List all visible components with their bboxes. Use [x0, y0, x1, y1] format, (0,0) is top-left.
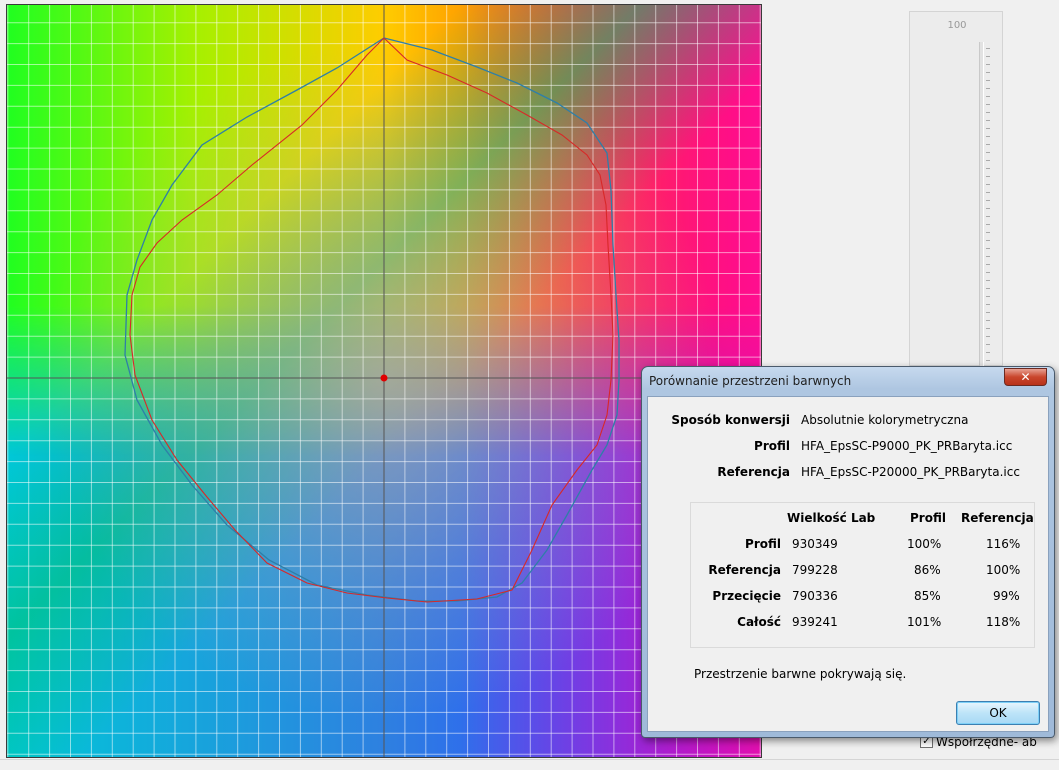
slider-tick	[986, 160, 990, 161]
table-cell-profile: 86%	[914, 563, 941, 577]
slider-tick	[986, 184, 990, 185]
table-row-label: Przecięcie	[712, 589, 781, 603]
table-cell-profile: 100%	[907, 537, 942, 551]
slider-tick	[986, 208, 990, 209]
center-marker	[380, 374, 388, 382]
slider-tick	[986, 336, 990, 337]
gamut-compare-dialog: Porównanie przestrzeni barwnych ✕ Sposób…	[641, 366, 1055, 738]
slider-tick	[986, 200, 990, 201]
table-row-label: Referencja	[708, 563, 781, 577]
header-reference: Referencja	[961, 511, 1034, 525]
table-cell-lab: 939241	[792, 615, 838, 629]
table-cell-lab: 790336	[792, 589, 838, 603]
slider-tick	[986, 104, 990, 105]
profile-label: Profil	[754, 439, 790, 453]
ok-button[interactable]: OK	[956, 701, 1040, 725]
slider-max-label: 100	[947, 20, 967, 31]
slider-tick	[986, 192, 990, 193]
table-cell-lab: 930349	[792, 537, 838, 551]
slider-tick	[986, 264, 990, 265]
conversion-method-value: Absolutnie kolorymetryczna	[801, 413, 969, 427]
slider-tick	[986, 272, 990, 273]
slider-tick	[986, 296, 990, 297]
table-cell-profile: 101%	[907, 615, 942, 629]
slider-tick	[986, 136, 990, 137]
slider-tick	[986, 288, 990, 289]
profile-value: HFA_EpsSC-P9000_PK_PRBaryta.icc	[801, 439, 1013, 453]
header-lab-size: Wielkość Lab	[787, 511, 876, 525]
reference-value: HFA_EpsSC-P20000_PK_PRBaryta.icc	[801, 465, 1020, 479]
dialog-body: Sposób konwersji Absolutnie kolorymetryc…	[647, 396, 1049, 732]
lightness-slider[interactable]: 100	[909, 11, 1003, 367]
slider-tick	[986, 304, 990, 305]
slider-tick	[986, 48, 990, 49]
table-cell-lab: 799228	[792, 563, 838, 577]
slider-tick	[986, 176, 990, 177]
slider-tick	[986, 216, 990, 217]
status-bar	[0, 759, 1059, 770]
table-cell-reference: 118%	[986, 615, 1021, 629]
slider-tick	[986, 232, 990, 233]
slider-tick	[986, 320, 990, 321]
slider-tick	[986, 144, 990, 145]
slider-tick	[986, 72, 990, 73]
slider-tick	[986, 360, 990, 361]
table-row-label: Profil	[745, 537, 781, 551]
slider-tick	[986, 168, 990, 169]
slider-tick	[986, 240, 990, 241]
table-cell-reference: 100%	[986, 563, 1021, 577]
slider-tick	[986, 80, 990, 81]
slider-tick	[986, 352, 990, 353]
slider-tick	[986, 344, 990, 345]
table-row-label: Całość	[737, 615, 781, 629]
slider-tick	[986, 224, 990, 225]
slider-tick	[986, 120, 990, 121]
header-profile: Profil	[910, 511, 946, 525]
slider-tick	[986, 280, 990, 281]
slider-tick	[986, 328, 990, 329]
slider-tick	[986, 96, 990, 97]
reference-label: Referencja	[717, 465, 790, 479]
slider-tick	[986, 152, 990, 153]
slider-tick	[986, 128, 990, 129]
slider-tick	[986, 312, 990, 313]
stats-table: Wielkość Lab Profil Referencja Profil 93…	[690, 502, 1035, 648]
slider-tick	[986, 56, 990, 57]
table-cell-reference: 116%	[986, 537, 1021, 551]
slider-tick	[986, 248, 990, 249]
close-button[interactable]: ✕	[1004, 368, 1047, 386]
overlap-message: Przestrzenie barwne pokrywają się.	[694, 667, 907, 681]
slider-tick	[986, 112, 990, 113]
slider-tick	[986, 64, 990, 65]
table-cell-reference: 99%	[993, 589, 1020, 603]
slider-tick	[986, 88, 990, 89]
slider-track[interactable]	[979, 42, 984, 367]
conversion-method-label: Sposób konwersji	[671, 413, 790, 427]
dialog-title: Porównanie przestrzeni barwnych	[649, 374, 852, 388]
table-cell-profile: 85%	[914, 589, 941, 603]
slider-tick	[986, 256, 990, 257]
